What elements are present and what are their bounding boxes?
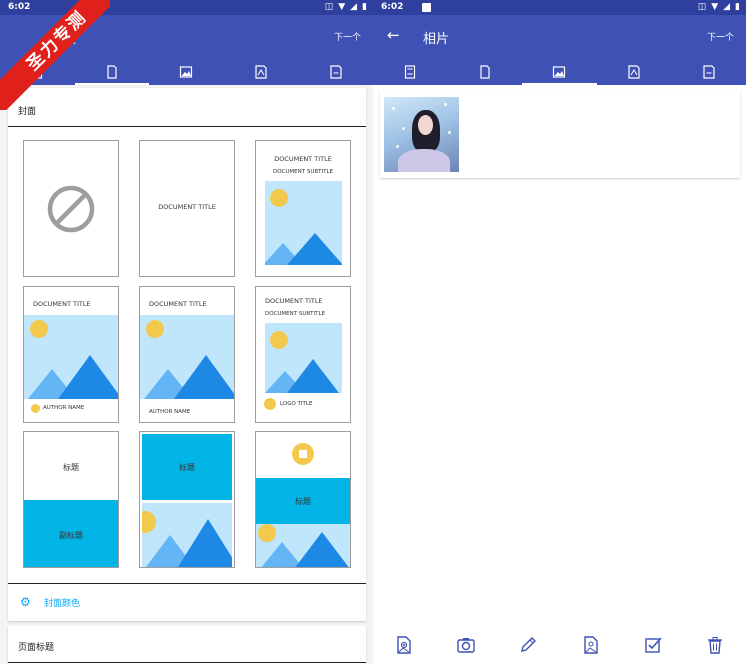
divider: [8, 126, 366, 127]
cover-template-logo-block-image[interactable]: 标题: [255, 431, 351, 568]
tab-text[interactable]: [298, 58, 373, 85]
bottom-toolbar: [373, 626, 746, 664]
cover-template-title-subtitle-logo[interactable]: DOCUMENT TITLE DOCUMENT SUBTITLE LOGO TI…: [255, 286, 351, 423]
cover-template-title-image-author[interactable]: DOCUMENT TITLE AUTHOR NAME: [23, 286, 119, 423]
cover-template-none[interactable]: [23, 140, 119, 277]
notification-icon: [422, 3, 431, 12]
cover-card: 封面 DOCUMENT TITLE DOCUMENT TITLE DOCUMEN…: [8, 88, 366, 621]
vibrate-icon: ◫: [324, 2, 334, 12]
text-tab-icon: [703, 64, 715, 79]
status-bar: 6:02 ◫ ▼ ◢ ▮: [373, 0, 746, 15]
tile-doc-subtitle: DOCUMENT SUBTITLE: [265, 311, 326, 317]
tile-doc-title: DOCUMENT TITLE: [149, 300, 207, 308]
tile-title-cn: 标题: [63, 463, 79, 472]
cover-tab-icon: [405, 64, 416, 79]
image-placeholder: [24, 315, 118, 399]
no-cover-icon: [47, 185, 95, 233]
tab-cover[interactable]: [373, 58, 448, 85]
tile-doc-title: DOCUMENT TITLE: [274, 155, 332, 163]
image-placeholder: [140, 315, 234, 399]
tile-title-cn: 标题: [295, 497, 311, 506]
cover-template-block-image[interactable]: 标题: [139, 431, 235, 568]
author-avatar: [31, 404, 40, 413]
tile-doc-title: DOCUMENT TITLE: [33, 300, 91, 308]
tile-logo-title: LOGO TITLE: [280, 401, 313, 407]
page-title-card: 页面标题: [8, 626, 366, 664]
wifi-icon: ▼: [338, 2, 346, 12]
status-time: 6:02: [381, 2, 404, 12]
divider: [8, 662, 366, 663]
back-arrow-icon[interactable]: ←: [387, 26, 400, 44]
tile-doc-title: DOCUMENT TITLE: [158, 203, 216, 211]
cover-color-label: 封面颜色: [44, 599, 81, 609]
tile-title-cn: 标题: [179, 463, 195, 472]
next-button[interactable]: 下一个: [707, 30, 734, 43]
edit-icon[interactable]: [518, 635, 538, 655]
layout-tab-icon: [255, 64, 267, 79]
photo-tab-icon: [553, 65, 566, 78]
signal-icon: ◢: [723, 2, 731, 12]
add-photo-icon[interactable]: [394, 635, 414, 655]
logo-icon: [264, 398, 276, 410]
page-title: 相片: [423, 32, 450, 47]
image-placeholder: [142, 503, 232, 567]
page-tab-icon: [480, 64, 490, 79]
tile-doc-title: DOCUMENT TITLE: [265, 297, 323, 305]
image-icon[interactable]: [581, 635, 601, 655]
tile-author-name: AUTHOR NAME: [43, 405, 85, 411]
tab-photo[interactable]: [522, 58, 597, 85]
photo-thumbnail[interactable]: [384, 97, 459, 172]
signal-icon: ◢: [350, 2, 358, 12]
battery-icon: ▮: [735, 2, 740, 12]
next-button[interactable]: 下一个: [334, 30, 361, 43]
tab-bar: [373, 58, 746, 85]
photo-tab-icon: [180, 65, 193, 78]
tab-layout[interactable]: [224, 58, 299, 85]
image-placeholder: [256, 524, 350, 567]
delete-icon[interactable]: [705, 635, 725, 655]
tab-layout[interactable]: [597, 58, 672, 85]
tab-photo[interactable]: [149, 58, 224, 85]
tab-page[interactable]: [448, 58, 523, 85]
tab-text[interactable]: [671, 58, 746, 85]
photo-grid-card: [380, 90, 740, 178]
check-icon[interactable]: [643, 635, 663, 655]
text-tab-icon: [330, 64, 342, 79]
camera-icon[interactable]: [456, 635, 476, 655]
app-bar: ← 相片 下一个: [373, 15, 746, 85]
cover-template-title-image-author-2[interactable]: DOCUMENT TITLE AUTHOR NAME: [139, 286, 235, 423]
wifi-icon: ▼: [711, 2, 719, 12]
gear-icon: ⚙: [20, 595, 31, 609]
cover-template-split[interactable]: 标题 副标题: [23, 431, 119, 568]
watermark-ribbon: 圣力专测: [0, 0, 110, 110]
tile-doc-subtitle: DOCUMENT SUBTITLE: [272, 169, 334, 175]
tile-subtitle-cn: 副标题: [59, 531, 83, 540]
tile-author-name: AUTHOR NAME: [149, 409, 191, 415]
image-placeholder: [265, 323, 342, 393]
image-placeholder: [265, 181, 342, 265]
vibrate-icon: ◫: [697, 2, 707, 12]
page-title-section-title: 页面标题: [18, 643, 55, 653]
watermark-text: 圣力专测: [0, 0, 110, 110]
battery-icon: ▮: [362, 2, 367, 12]
cover-template-title[interactable]: DOCUMENT TITLE: [139, 140, 235, 277]
cover-color-row[interactable]: ⚙ 封面颜色: [8, 585, 366, 621]
cover-template-title-subtitle-image[interactable]: DOCUMENT TITLE DOCUMENT SUBTITLE: [255, 140, 351, 277]
layout-tab-icon: [628, 64, 640, 79]
divider: [8, 583, 366, 584]
